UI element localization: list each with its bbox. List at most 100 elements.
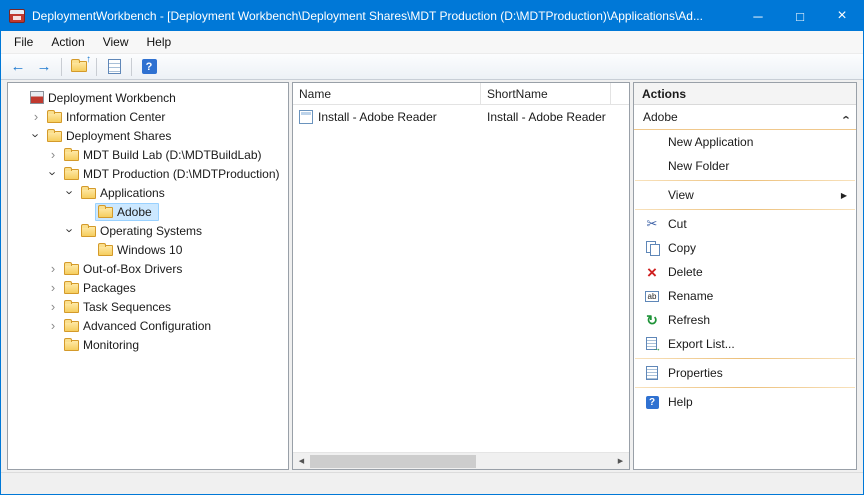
tree-item-deployment-workbench[interactable]: Deployment Workbench <box>8 88 288 107</box>
tree-item-label: Out-of-Box Drivers <box>83 262 184 276</box>
tree-item-deployment-shares[interactable]: ›Deployment Shares <box>8 126 288 145</box>
horizontal-scrollbar[interactable] <box>293 452 629 469</box>
tree-node[interactable]: Information Center <box>44 108 172 126</box>
tree-item-information-center[interactable]: ›Information Center <box>8 107 288 126</box>
action-help[interactable]: Help <box>634 390 856 414</box>
menu-file[interactable]: File <box>5 32 42 52</box>
tree-item-applications[interactable]: › Applications <box>8 183 288 202</box>
tree-node[interactable]: Adobe <box>95 203 159 221</box>
chevron-down-icon[interactable]: › <box>30 128 43 144</box>
chevron-down-icon[interactable]: › <box>64 223 77 239</box>
tree-item-task-sequences[interactable]: ›Task Sequences <box>8 297 288 316</box>
column-header-name[interactable]: Name <box>293 83 481 104</box>
column-header-empty <box>611 83 629 104</box>
action-export-list[interactable]: Export List... <box>634 332 856 356</box>
action-new-application[interactable]: New Application <box>634 130 856 154</box>
chevron-right-icon[interactable]: › <box>45 319 61 332</box>
list-header: Name ShortName <box>293 83 629 105</box>
forward-button[interactable]: → <box>32 56 56 78</box>
tree-item-operating-systems[interactable]: › Operating Systems <box>8 221 288 240</box>
back-button[interactable]: ← <box>6 56 30 78</box>
action-delete[interactable]: Delete <box>634 260 856 284</box>
list-row-install-adobe-reader[interactable]: Install - Adobe ReaderInstall - Adobe Re… <box>293 107 629 127</box>
tree-node[interactable]: MDT Production (D:\MDTProduction) <box>61 165 287 183</box>
action-label: Export List... <box>668 337 848 351</box>
chevron-right-icon[interactable]: › <box>28 110 44 123</box>
action-view[interactable]: View▶ <box>634 183 856 207</box>
action-label: Refresh <box>668 313 848 327</box>
export-list-icon <box>108 59 121 74</box>
help-button[interactable]: ? <box>137 56 161 78</box>
menu-view[interactable]: View <box>94 32 138 52</box>
tree-item-packages[interactable]: ›Packages <box>8 278 288 297</box>
application-icon <box>299 110 313 124</box>
tree-node[interactable]: Operating Systems <box>78 222 209 240</box>
tree-item-label: Operating Systems <box>100 224 204 238</box>
maximize-button[interactable]: □ <box>779 1 821 31</box>
chevron-right-icon[interactable]: › <box>45 281 61 294</box>
tree-item-monitoring[interactable]: Monitoring <box>8 335 288 354</box>
action-cut[interactable]: Cut <box>634 212 856 236</box>
minimize-button[interactable]: ─ <box>737 1 779 31</box>
menu-help[interactable]: Help <box>138 32 181 52</box>
tree-node[interactable]: Task Sequences <box>61 298 178 316</box>
tree-item-label: Applications <box>100 186 167 200</box>
tree-item-advanced-configuration[interactable]: ›Advanced Configuration <box>8 316 288 335</box>
action-properties[interactable]: Properties <box>634 361 856 385</box>
chevron-down-icon[interactable]: › <box>64 185 77 201</box>
scroll-right-icon[interactable] <box>612 453 629 470</box>
up-one-level-button[interactable] <box>67 56 91 78</box>
back-arrow-icon: ← <box>11 59 26 74</box>
tree-item-mdt-production-d-mdtproduction[interactable]: ›MDT Production (D:\MDTProduction) <box>8 164 288 183</box>
actions-list: New Application New Folder View▶ Cut CopyDel… <box>634 130 856 414</box>
tree-node[interactable]: Applications <box>78 184 172 202</box>
scroll-left-icon[interactable] <box>293 453 310 470</box>
action-label: Cut <box>668 217 848 231</box>
chevron-down-icon[interactable]: › <box>47 166 60 182</box>
list-cell-name: Install - Adobe Reader <box>293 110 481 124</box>
folder-icon <box>64 283 79 294</box>
scrollbar-track[interactable] <box>310 453 612 470</box>
actions-pane: Actions Adobe › New ApplicationNew Folde… <box>633 82 857 470</box>
action-new-folder[interactable]: New Folder <box>634 154 856 178</box>
chevron-right-icon[interactable]: › <box>45 262 61 275</box>
tree-node[interactable]: MDT Build Lab (D:\MDTBuildLab) <box>61 146 269 164</box>
action-refresh[interactable]: Refresh <box>634 308 856 332</box>
tree-node[interactable]: Deployment Workbench <box>27 89 183 107</box>
action-label: Help <box>668 395 848 409</box>
chevron-right-icon[interactable]: › <box>45 300 61 313</box>
action-copy[interactable]: Copy <box>634 236 856 260</box>
tree-node[interactable]: Out-of-Box Drivers <box>61 260 189 278</box>
list-cell-shortname: Install - Adobe Reader <box>481 110 629 124</box>
tree-node[interactable]: Advanced Configuration <box>61 317 218 335</box>
scrollbar-thumb[interactable] <box>310 455 476 468</box>
tree-node[interactable]: Windows 10 <box>95 241 189 259</box>
actions-group-header[interactable]: Adobe › <box>634 105 856 130</box>
tree-item-mdt-build-lab-d-mdtbuildlab[interactable]: ›MDT Build Lab (D:\MDTBuildLab) <box>8 145 288 164</box>
folder-icon <box>64 150 79 161</box>
close-button[interactable]: × <box>821 1 863 31</box>
toolbar: ← → ? <box>1 53 863 80</box>
tree-item-label: Adobe <box>117 205 154 219</box>
column-header-shortname[interactable]: ShortName <box>481 83 611 104</box>
menu-bar: File Action View Help <box>1 31 863 53</box>
action-label: New Application <box>668 135 848 149</box>
toolbar-separator <box>131 58 132 76</box>
action-rename[interactable]: Rename <box>634 284 856 308</box>
folder-icon <box>98 207 113 218</box>
blank-icon <box>644 134 660 150</box>
tree-node[interactable]: Packages <box>61 279 143 297</box>
tree-item-out-of-box-drivers[interactable]: › Out-of-Box Drivers <box>8 259 288 278</box>
collapse-chevron-up-icon[interactable]: › <box>838 115 851 119</box>
folder-icon <box>47 131 62 142</box>
tree-node[interactable]: Deployment Shares <box>44 127 178 145</box>
tree-item-windows-10[interactable]: Windows 10 <box>8 240 288 259</box>
folder-icon <box>64 169 79 180</box>
export-list-button[interactable] <box>102 56 126 78</box>
action-label: Rename <box>668 289 848 303</box>
results-pane: Name ShortName Install - Adobe ReaderIns… <box>292 82 630 470</box>
tree-item-adobe[interactable]: Adobe <box>8 202 288 221</box>
chevron-right-icon[interactable]: › <box>45 148 61 161</box>
tree-node[interactable]: Monitoring <box>61 336 146 354</box>
menu-action[interactable]: Action <box>42 32 93 52</box>
